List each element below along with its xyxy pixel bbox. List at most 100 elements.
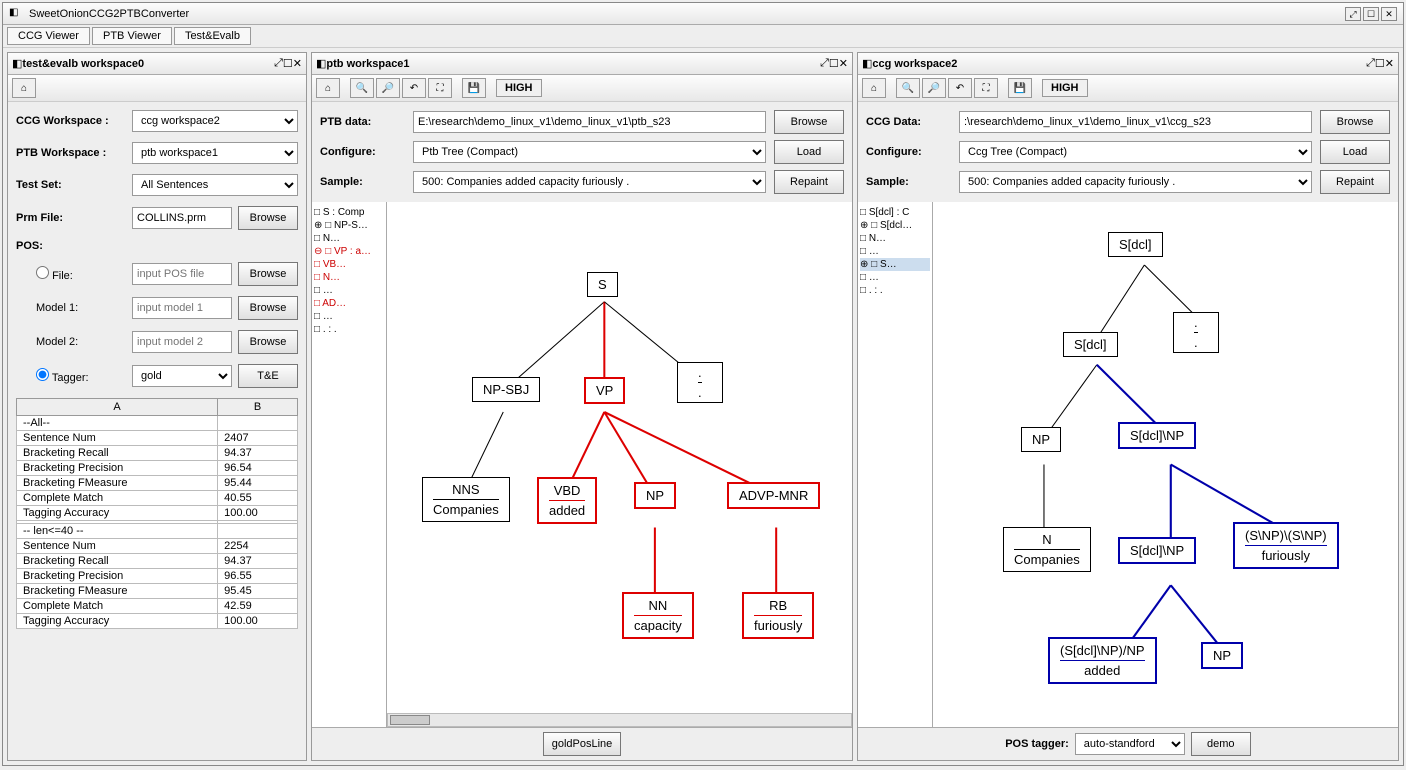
home-icon[interactable]: ⌂ xyxy=(862,78,886,98)
node-sdclnp: S[dcl]\NP xyxy=(1118,422,1196,449)
ccg-browse-button[interactable]: Browse xyxy=(1320,110,1390,134)
pos-tagger-select[interactable]: auto-standford xyxy=(1075,733,1185,755)
model2-input[interactable] xyxy=(132,331,232,353)
ws2-min-icon[interactable]: ⤢ xyxy=(1366,57,1375,70)
ccg-load-button[interactable]: Load xyxy=(1320,140,1390,164)
prm-file-input[interactable] xyxy=(132,207,232,229)
node-nn: NNcapacity xyxy=(622,592,694,639)
home-icon[interactable]: ⌂ xyxy=(12,78,36,98)
test-set-select[interactable]: All Sentences xyxy=(132,174,298,196)
ptb-ws-select[interactable]: ptb workspace1 xyxy=(132,142,298,164)
label-pos-tagger: POS tagger: xyxy=(1005,738,1069,750)
ws1-min-icon[interactable]: ⤢ xyxy=(820,57,829,70)
table-row: Tagging Accuracy100.00 xyxy=(17,506,298,521)
ptb-sample-select[interactable]: 500: Companies added capacity furiously … xyxy=(413,171,766,193)
fit-icon[interactable]: ⛶ xyxy=(428,78,452,98)
table-row: Complete Match40.55 xyxy=(17,491,298,506)
table-row: Tagging Accuracy100.00 xyxy=(17,614,298,629)
label-model2: Model 2: xyxy=(16,336,126,348)
tree-item[interactable]: □ . : . xyxy=(860,284,930,297)
ws2-max-icon[interactable]: ☐ xyxy=(1375,57,1385,70)
table-row: --All-- xyxy=(17,416,298,431)
ws0-close-icon[interactable]: ✕ xyxy=(293,57,302,70)
ptb-load-button[interactable]: Load xyxy=(774,140,844,164)
maximize-icon[interactable]: ☐ xyxy=(1363,7,1379,21)
ccg-configure-select[interactable]: Ccg Tree (Compact) xyxy=(959,141,1312,163)
tree-item[interactable]: □ N… xyxy=(860,232,930,245)
ccg-canvas[interactable]: S[dcl] .. S[dcl] NP S[dcl]\NP NCompanies… xyxy=(933,202,1398,727)
pos-file-radio[interactable] xyxy=(36,266,49,279)
close-icon[interactable]: ✕ xyxy=(1381,7,1397,21)
ccg-data-input[interactable] xyxy=(959,111,1312,133)
table-row: Sentence Num2254 xyxy=(17,539,298,554)
back-icon[interactable]: ↶ xyxy=(948,78,972,98)
ptb-canvas[interactable]: S NP-SBJ VP .. NNSCompanies VBDadded NP … xyxy=(387,202,852,727)
tree-item[interactable]: □ … xyxy=(860,245,930,258)
model2-browse-button[interactable]: Browse xyxy=(238,330,298,354)
ccg-sample-select[interactable]: 500: Companies added capacity furiously … xyxy=(959,171,1312,193)
tab-ptb-viewer[interactable]: PTB Viewer xyxy=(92,27,172,45)
ptb-repaint-button[interactable]: Repaint xyxy=(774,170,844,194)
tab-ccg-viewer[interactable]: CCG Viewer xyxy=(7,27,90,45)
save-icon[interactable]: 💾 xyxy=(462,78,486,98)
tab-test-evalb[interactable]: Test&Evalb xyxy=(174,27,251,45)
zoom-out-icon[interactable]: 🔎 xyxy=(922,78,946,98)
minimize-icon[interactable]: ⤢ xyxy=(1345,7,1361,21)
tree-item[interactable]: ⊕ □ S… xyxy=(860,258,930,271)
node-sdclnp-np: (S[dcl]\NP)/NPadded xyxy=(1048,637,1157,684)
main-tabs: CCG Viewer PTB Viewer Test&Evalb xyxy=(3,25,1403,48)
model1-browse-button[interactable]: Browse xyxy=(238,296,298,320)
ccg-ws-select[interactable]: ccg workspace2 xyxy=(132,110,298,132)
pos-file-browse-button[interactable]: Browse xyxy=(238,262,298,286)
pos-file-input[interactable] xyxy=(132,263,232,285)
ptb-tree-explorer[interactable]: □ S : Comp ⊕ □ NP-S… □ N… ⊖ □ VP : a… □ … xyxy=(312,202,387,727)
ptb-browse-button[interactable]: Browse xyxy=(774,110,844,134)
node-vbd: VBDadded xyxy=(537,477,597,524)
app-title: SweetOnionCCG2PTBConverter xyxy=(29,8,189,20)
ws1-max-icon[interactable]: ☐ xyxy=(829,57,839,70)
tree-item[interactable]: □ N… xyxy=(314,232,384,245)
tree-item[interactable]: □ VB… xyxy=(314,258,384,271)
label-sample: Sample: xyxy=(320,176,405,188)
hscroll-thumb[interactable] xyxy=(390,715,430,725)
node-root: S[dcl] xyxy=(1108,232,1163,257)
te-button[interactable]: T&E xyxy=(238,364,298,388)
ws0-max-icon[interactable]: ☐ xyxy=(283,57,293,70)
tree-item[interactable]: □ N… xyxy=(314,271,384,284)
tree-item[interactable]: ⊕ □ NP-S… xyxy=(314,219,384,232)
panel-icon: ◧ xyxy=(316,57,326,70)
tree-item[interactable]: □ S[dcl] : C xyxy=(860,206,930,219)
tree-item[interactable]: □ S : Comp xyxy=(314,206,384,219)
pos-tagger-radio[interactable] xyxy=(36,368,49,381)
tagger-select[interactable]: gold xyxy=(132,365,232,387)
back-icon[interactable]: ↶ xyxy=(402,78,426,98)
ws1-close-icon[interactable]: ✕ xyxy=(839,57,848,70)
label-model1: Model 1: xyxy=(16,302,126,314)
tree-item[interactable]: □ AD… xyxy=(314,297,384,310)
tree-item[interactable]: □ … xyxy=(860,271,930,284)
tree-item[interactable]: □ . : . xyxy=(314,323,384,336)
home-icon[interactable]: ⌂ xyxy=(316,78,340,98)
save-icon[interactable]: 💾 xyxy=(1008,78,1032,98)
ccg-tree-explorer[interactable]: □ S[dcl] : C ⊕ □ S[dcl… □ N… □ … ⊕ □ S… … xyxy=(858,202,933,727)
node-np: NP xyxy=(634,482,676,509)
zoom-out-icon[interactable]: 🔎 xyxy=(376,78,400,98)
ws2-close-icon[interactable]: ✕ xyxy=(1385,57,1394,70)
tree-item[interactable]: □ … xyxy=(314,284,384,297)
model1-input[interactable] xyxy=(132,297,232,319)
fit-icon[interactable]: ⛶ xyxy=(974,78,998,98)
demo-button[interactable]: demo xyxy=(1191,732,1251,756)
ccg-repaint-button[interactable]: Repaint xyxy=(1320,170,1390,194)
goldposline-button[interactable]: goldPosLine xyxy=(543,732,622,756)
label-test-set: Test Set: xyxy=(16,179,126,191)
tree-item[interactable]: ⊖ □ VP : a… xyxy=(314,245,384,258)
zoom-in-icon[interactable]: 🔍 xyxy=(350,78,374,98)
zoom-in-icon[interactable]: 🔍 xyxy=(896,78,920,98)
ptb-configure-select[interactable]: Ptb Tree (Compact) xyxy=(413,141,766,163)
tree-item[interactable]: ⊕ □ S[dcl… xyxy=(860,219,930,232)
label-sample: Sample: xyxy=(866,176,951,188)
tree-item[interactable]: □ … xyxy=(314,310,384,323)
ws0-min-icon[interactable]: ⤢ xyxy=(274,57,283,70)
prm-browse-button[interactable]: Browse xyxy=(238,206,298,230)
ptb-data-input[interactable] xyxy=(413,111,766,133)
